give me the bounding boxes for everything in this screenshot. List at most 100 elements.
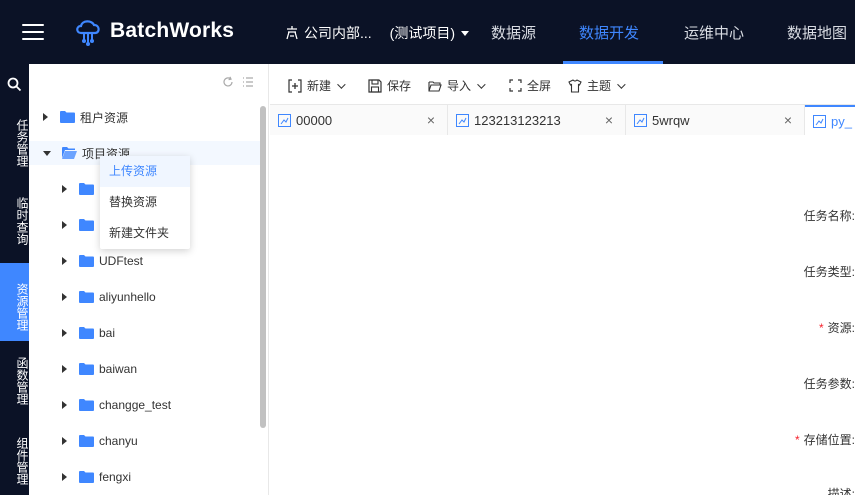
resource-label: * 资源: [819, 319, 855, 336]
storage-label-text: 存储位置: [803, 433, 855, 447]
new-button[interactable]: 新建 [288, 77, 346, 94]
nav-datasource[interactable]: 数据源 [491, 22, 536, 43]
tab-py[interactable]: py_ [805, 105, 855, 135]
folder-icon [79, 255, 94, 267]
tree-node-folder[interactable]: bai [29, 321, 261, 345]
tree-scrollbar[interactable] [260, 106, 266, 428]
tab-label: py_ [831, 113, 852, 129]
resource-tree-panel: 租户资源 项目资源 UDFtest aliyunhello bai baiwan… [29, 64, 269, 495]
editor-tabs: 00000 × 123213123213 × 5wrqw × py_ [270, 105, 855, 135]
app-root: BatchWorks 公司内部... (测试项目) 数据源 数据开发 运维中心 … [0, 0, 855, 495]
folder-icon [79, 327, 94, 339]
nav-ops-center[interactable]: 运维中心 [684, 22, 744, 43]
add-icon [288, 78, 302, 93]
caret-right-icon[interactable] [62, 473, 67, 481]
caret-right-icon[interactable] [62, 329, 67, 337]
description-label: 描述: [827, 487, 855, 495]
tab-label: 123213123213 [474, 112, 561, 128]
tree-node-label: chanyu [99, 434, 138, 448]
menu-icon[interactable] [22, 24, 44, 40]
chevron-down-icon [337, 79, 346, 89]
tree-node-label: changge_test [99, 398, 172, 412]
tenant-project-selector[interactable]: 公司内部... (测试项目) [284, 23, 469, 43]
menu-item-new-folder[interactable]: 新建文件夹 [100, 218, 190, 249]
resource-label-text: 资源: [827, 321, 855, 335]
caret-right-icon[interactable] [62, 401, 67, 409]
tree-node-folder[interactable]: aliyunhello [29, 285, 261, 309]
tree-node-folder[interactable]: chanyu [29, 429, 261, 453]
tree-node-folder[interactable]: fengxi [29, 465, 261, 489]
sidebar-item-function-management[interactable]: 函数管理 [0, 346, 29, 412]
close-icon[interactable]: × [784, 113, 792, 127]
save-button[interactable]: 保存 [368, 77, 411, 94]
tab-5wrqw[interactable]: 5wrqw × [626, 105, 805, 135]
tree-node-folder[interactable]: UDFtest [29, 249, 261, 273]
tenant-name: 公司内部... [304, 25, 372, 41]
cloud-logo-icon [76, 20, 100, 46]
sidebar-item-component-management[interactable]: 组件管理 [0, 426, 29, 492]
tree-node-label: bai [99, 326, 116, 340]
project-name: (测试项目) [389, 25, 455, 41]
import-button[interactable]: 导入 [428, 77, 486, 94]
theme-button-label: 主题 [587, 79, 612, 93]
nav-data-map[interactable]: 数据地图 [787, 22, 847, 43]
close-icon[interactable]: × [605, 113, 613, 127]
folder-icon [79, 291, 94, 303]
folder-open-icon [428, 80, 442, 92]
tab-00000[interactable]: 00000 × [270, 105, 448, 135]
caret-right-icon[interactable] [62, 185, 67, 193]
fullscreen-button[interactable]: 全屏 [509, 77, 551, 94]
fullscreen-icon [509, 79, 522, 92]
close-icon[interactable]: × [427, 113, 435, 127]
tab-label: 00000 [296, 112, 333, 128]
refresh-icon[interactable] [222, 76, 234, 88]
tree-node-label: baiwan [99, 362, 138, 376]
chevron-down-icon [617, 79, 626, 89]
menu-item-replace-resource[interactable]: 替换资源 [100, 187, 190, 218]
caret-right-icon[interactable] [62, 257, 67, 265]
sidebar-item-task-management[interactable]: 任务管理 [0, 108, 29, 174]
import-button-label: 导入 [447, 79, 472, 93]
chevron-down-icon [477, 79, 486, 89]
nav-data-dev[interactable]: 数据开发 [579, 22, 639, 43]
search-icon[interactable] [7, 77, 22, 92]
tree-node-label: 租户资源 [80, 110, 129, 125]
caret-right-icon[interactable] [62, 221, 67, 229]
new-button-label: 新建 [307, 79, 332, 93]
sidebar-item-resource-management[interactable]: 资源管理 [0, 263, 29, 341]
caret-right-icon[interactable] [62, 293, 67, 301]
required-mark: * [818, 321, 824, 335]
script-file-icon [813, 114, 826, 128]
tree-tools [222, 76, 254, 88]
caret-right-icon[interactable] [62, 365, 67, 373]
tab-123213123213[interactable]: 123213123213 × [448, 105, 626, 135]
folder-icon [79, 435, 94, 447]
folder-icon [79, 219, 94, 231]
task-params-label: 任务参数: [803, 377, 855, 391]
script-file-icon [278, 113, 291, 127]
shirt-icon [568, 78, 582, 93]
folder-open-icon [62, 147, 77, 159]
folder-icon [79, 471, 94, 483]
caret-right-icon[interactable] [43, 113, 48, 121]
task-type-label: 任务类型: [803, 265, 855, 279]
required-mark: * [794, 433, 800, 447]
tree-node-folder[interactable]: changge_test [29, 393, 261, 417]
editor-toolbar: 新建 保存 导入 全屏 主题 [270, 64, 855, 105]
tab-label: 5wrqw [652, 112, 690, 128]
fullscreen-button-label: 全屏 [527, 79, 552, 93]
list-icon[interactable] [242, 76, 254, 88]
theme-button[interactable]: 主题 [568, 77, 626, 94]
menu-item-upload-resource[interactable]: 上传资源 [100, 156, 190, 187]
tree-node-label: UDFtest [99, 254, 144, 268]
script-file-icon [456, 113, 469, 127]
caret-right-icon[interactable] [62, 437, 67, 445]
sidebar-item-temp-query[interactable]: 临时查询 [0, 186, 29, 252]
caret-down-icon[interactable] [43, 150, 51, 156]
context-menu: 上传资源 替换资源 新建文件夹 [100, 156, 190, 249]
tree-node-label: aliyunhello [99, 290, 156, 304]
tree-node-folder[interactable]: baiwan [29, 357, 261, 381]
save-button-label: 保存 [387, 79, 412, 93]
folder-icon [79, 363, 94, 375]
tree-node-tenant-resources[interactable]: 租户资源 [29, 105, 261, 129]
